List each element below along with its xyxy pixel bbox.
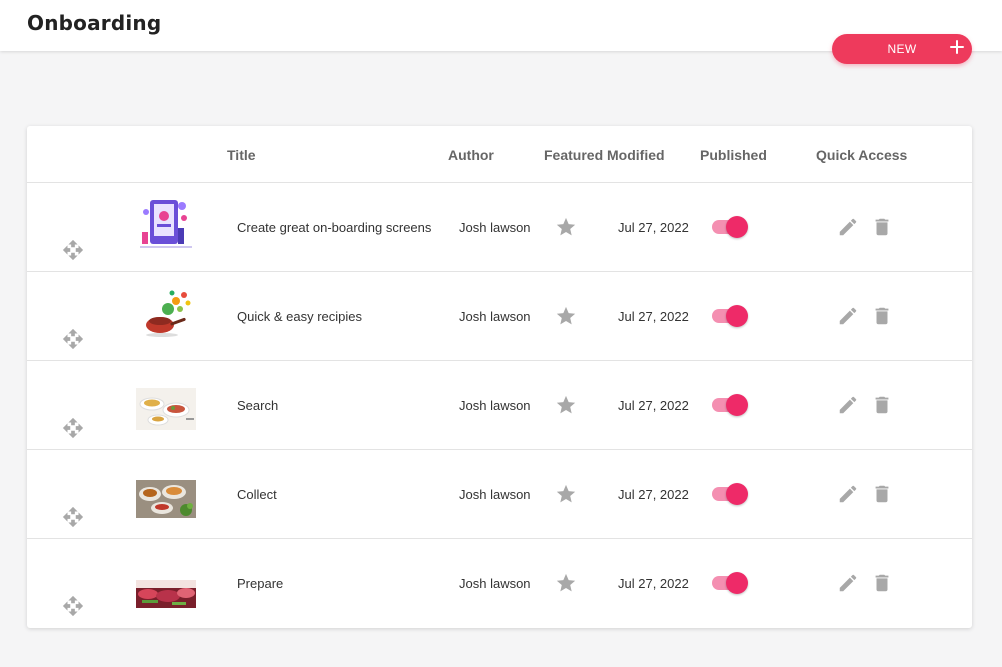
column-header-modified[interactable]: Modified	[607, 147, 665, 163]
move-icon[interactable]	[62, 417, 84, 439]
column-header-title[interactable]: Title	[227, 147, 256, 163]
onboarding-table: Title Author Featured Modified Published…	[27, 126, 972, 628]
trash-icon[interactable]	[871, 572, 893, 594]
row-modified: Jul 27, 2022	[618, 398, 689, 413]
column-header-author[interactable]: Author	[448, 147, 494, 163]
row-author: Josh lawson	[459, 220, 531, 235]
published-toggle[interactable]	[710, 572, 748, 594]
star-icon[interactable]	[555, 483, 577, 505]
table-row: Prepare Josh lawson Jul 27, 2022	[27, 539, 972, 628]
row-author: Josh lawson	[459, 576, 531, 591]
row-modified: Jul 27, 2022	[618, 576, 689, 591]
column-header-published[interactable]: Published	[700, 147, 767, 163]
row-author: Josh lawson	[459, 398, 531, 413]
row-modified: Jul 27, 2022	[618, 487, 689, 502]
trash-icon[interactable]	[871, 305, 893, 327]
row-title[interactable]: Create great on-boarding screens	[237, 220, 431, 235]
star-icon[interactable]	[555, 394, 577, 416]
star-icon[interactable]	[555, 305, 577, 327]
row-thumbnail	[146, 290, 191, 337]
column-header-featured[interactable]: Featured	[544, 147, 603, 163]
row-author: Josh lawson	[459, 487, 531, 502]
trash-icon[interactable]	[871, 483, 893, 505]
row-modified: Jul 27, 2022	[618, 220, 689, 235]
pencil-icon[interactable]	[837, 216, 859, 238]
table-row: Quick & easy recipies Josh lawson Jul 27…	[27, 272, 972, 361]
trash-icon[interactable]	[871, 216, 893, 238]
move-icon[interactable]	[62, 506, 84, 528]
row-title[interactable]: Quick & easy recipies	[237, 309, 362, 324]
page-title: Onboarding	[27, 11, 162, 35]
row-title[interactable]: Prepare	[237, 576, 283, 591]
pencil-icon[interactable]	[837, 572, 859, 594]
row-modified: Jul 27, 2022	[618, 309, 689, 324]
row-thumbnail	[136, 580, 196, 608]
table-row: Search Josh lawson Jul 27, 2022	[27, 361, 972, 450]
published-toggle[interactable]	[710, 305, 748, 327]
table-row: Collect Josh lawson Jul 27, 2022	[27, 450, 972, 539]
published-toggle[interactable]	[710, 216, 748, 238]
pencil-icon[interactable]	[837, 394, 859, 416]
move-icon[interactable]	[62, 239, 84, 261]
move-icon[interactable]	[62, 328, 84, 350]
table-row: Create great on-boarding screens Josh la…	[27, 183, 972, 272]
pencil-icon[interactable]	[837, 305, 859, 327]
pencil-icon[interactable]	[837, 483, 859, 505]
column-header-quick-access: Quick Access	[816, 147, 908, 163]
row-thumbnail	[136, 480, 196, 518]
row-title[interactable]: Search	[237, 398, 278, 413]
row-title[interactable]: Collect	[237, 487, 277, 502]
star-icon[interactable]	[555, 572, 577, 594]
row-author: Josh lawson	[459, 309, 531, 324]
plus-icon	[950, 40, 964, 54]
table-header: Title Author Featured Modified Published…	[27, 126, 972, 183]
row-thumbnail	[140, 200, 192, 248]
published-toggle[interactable]	[710, 394, 748, 416]
move-icon[interactable]	[62, 595, 84, 617]
row-thumbnail	[136, 388, 196, 430]
trash-icon[interactable]	[871, 394, 893, 416]
star-icon[interactable]	[555, 216, 577, 238]
published-toggle[interactable]	[710, 483, 748, 505]
new-button[interactable]: NEW	[832, 34, 972, 64]
